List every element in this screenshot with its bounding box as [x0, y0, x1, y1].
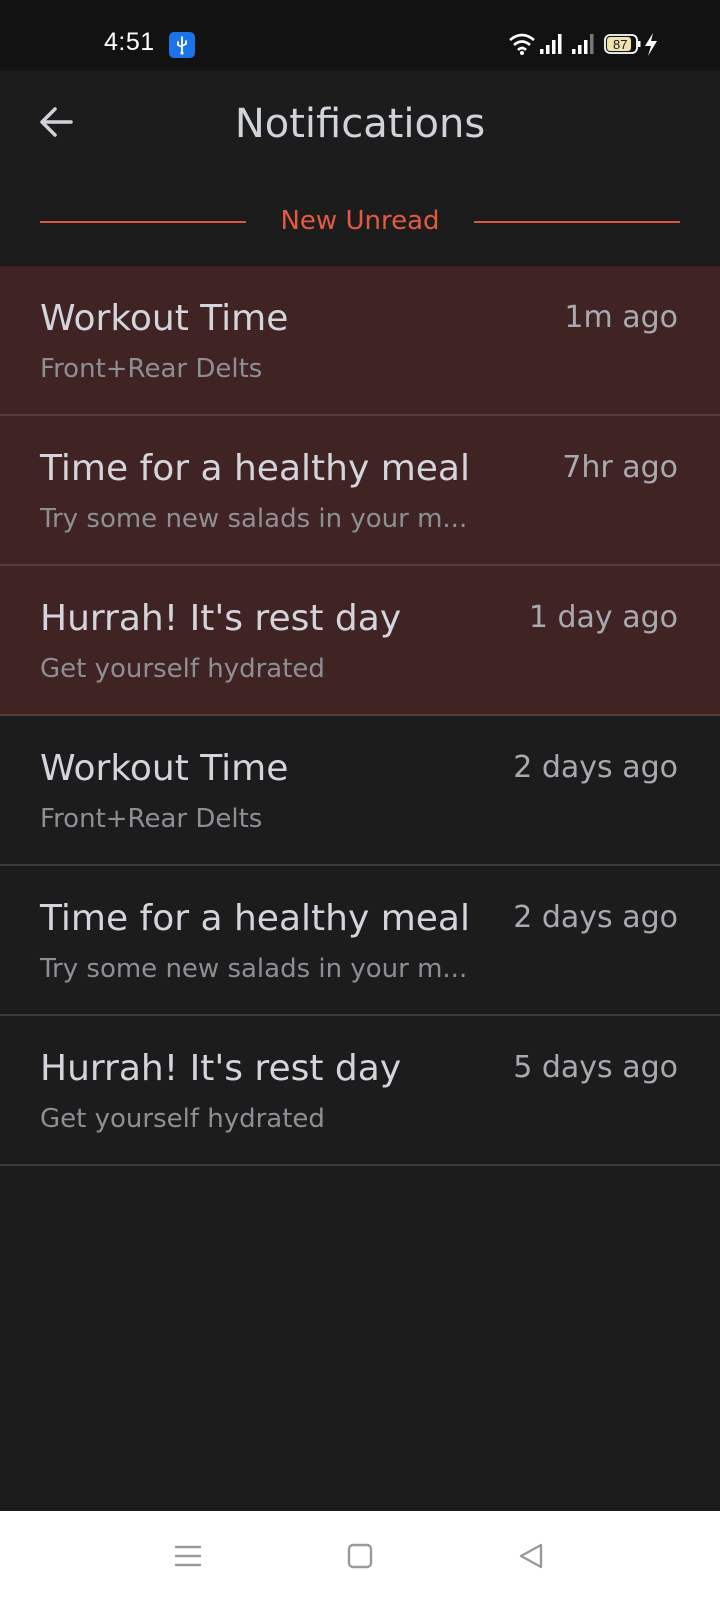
signal-icon	[572, 34, 594, 54]
section-label: New Unread	[280, 206, 440, 236]
notification-subtitle: Try some new salads in your m...	[40, 954, 468, 984]
notification-subtitle: Get yourself hydrated	[40, 1104, 325, 1134]
notification-item[interactable]: Hurrah! It's rest day Get yourself hydra…	[0, 1016, 720, 1166]
notification-item[interactable]: Workout Time Front+Rear Delts 1m ago	[0, 266, 720, 416]
app-header: Notifications	[0, 71, 720, 191]
battery-level: 87	[613, 37, 627, 52]
home-square-icon	[347, 1543, 373, 1569]
notification-title: Hurrah! It's rest day	[40, 1048, 402, 1089]
notification-time: 2 days ago	[513, 750, 678, 785]
notifications-screen: 4:51 87 Notifications New Unread Workout…	[0, 0, 720, 1600]
notification-item[interactable]: Workout Time Front+Rear Delts 2 days ago	[0, 716, 720, 866]
home-button[interactable]	[337, 1533, 383, 1579]
system-nav-bar	[0, 1511, 720, 1600]
charging-icon	[645, 33, 657, 56]
menu-icon	[174, 1545, 202, 1567]
notification-title: Workout Time	[40, 748, 289, 789]
divider-line	[40, 221, 246, 223]
notification-time: 7hr ago	[562, 450, 678, 485]
recents-button[interactable]	[165, 1533, 211, 1579]
notification-time: 1m ago	[564, 300, 678, 335]
notification-subtitle: Front+Rear Delts	[40, 804, 263, 834]
wifi-icon	[509, 33, 535, 55]
notification-title: Time for a healthy meal	[40, 448, 470, 489]
notification-list: Workout Time Front+Rear Delts 1m ago Tim…	[0, 266, 720, 1166]
signal-icon	[540, 34, 562, 54]
notification-item[interactable]: Hurrah! It's rest day Get yourself hydra…	[0, 566, 720, 716]
status-icons: 87	[508, 30, 698, 60]
back-triangle-icon	[519, 1543, 543, 1569]
notification-item[interactable]: Time for a healthy meal Try some new sal…	[0, 416, 720, 566]
divider-line	[474, 221, 680, 223]
status-bar: 4:51 87	[0, 0, 720, 71]
notification-title: Workout Time	[40, 298, 289, 339]
notification-time: 5 days ago	[513, 1050, 678, 1085]
status-time: 4:51	[104, 28, 155, 56]
notification-subtitle: Front+Rear Delts	[40, 354, 263, 384]
notification-time: 2 days ago	[513, 900, 678, 935]
notification-item[interactable]: Time for a healthy meal Try some new sal…	[0, 866, 720, 1016]
back-nav-button[interactable]	[508, 1533, 554, 1579]
notification-title: Time for a healthy meal	[40, 898, 470, 939]
usb-icon	[169, 32, 195, 58]
notification-title: Hurrah! It's rest day	[40, 598, 402, 639]
new-unread-divider: New Unread	[40, 203, 680, 243]
notification-subtitle: Get yourself hydrated	[40, 654, 325, 684]
page-title: Notifications	[234, 101, 486, 147]
notification-subtitle: Try some new salads in your m...	[40, 504, 468, 534]
notification-time: 1 day ago	[528, 600, 678, 635]
